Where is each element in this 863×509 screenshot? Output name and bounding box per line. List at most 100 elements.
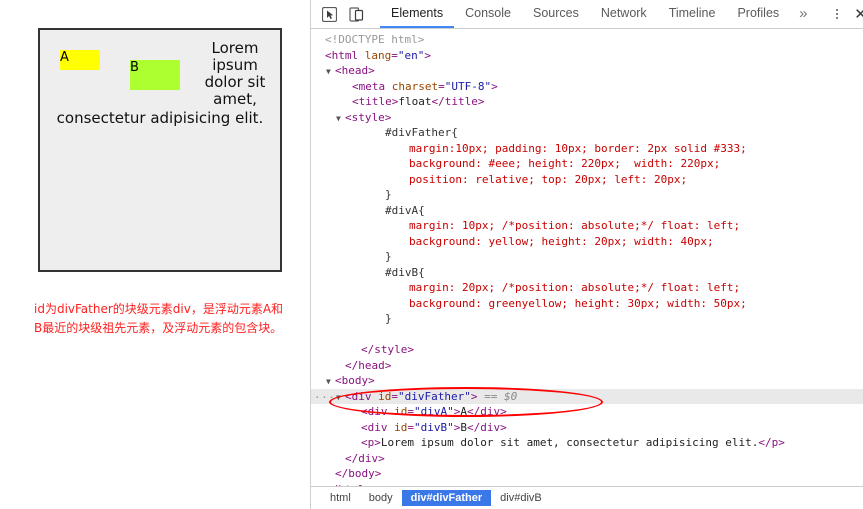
css-father-decl-1: margin:10px; padding: 10px; border: 2px … — [409, 141, 747, 155]
css-rule-a-1: margin: 10px; /*position: absolute;*/ fl… — [311, 218, 863, 234]
annotation-note: id为divFather的块级元素div，是浮动元素A和 B最近的块级祖先元素，… — [34, 300, 286, 338]
html-space — [358, 49, 365, 62]
inspect-cursor-icon[interactable] — [319, 4, 339, 24]
device-toolbar-icon[interactable] — [346, 4, 366, 24]
dom-tree-view[interactable]: <!DOCTYPE html> <html lang="en"> ▼ <head>… — [311, 29, 863, 486]
meta-close-bracket: > — [491, 79, 498, 93]
css-b-decl-1: margin: 20px; /*position: absolute;*/ fl… — [409, 281, 741, 294]
diva-close-tag: </div> — [467, 405, 507, 418]
divb-open-bracket: < — [361, 420, 368, 434]
css-rule-father-1: margin:10px; padding: 10px; border: 2px … — [311, 141, 863, 157]
tab-console[interactable]: Console — [454, 0, 522, 28]
tab-profiles[interactable]: Profiles — [726, 0, 790, 28]
dom-node-head-close[interactable]: </head> — [311, 358, 863, 374]
annotation-line-2: B最近的块级祖先元素，及浮动元素的包含块。 — [34, 321, 283, 335]
divfather-console-ref: == $0 — [477, 389, 518, 403]
dom-node-divfather-close[interactable]: </div> — [311, 451, 863, 467]
divfather-eq: = — [391, 389, 398, 403]
title-text: float — [398, 95, 432, 108]
tab-elements[interactable]: Elements — [380, 0, 455, 28]
divfather-id-attr-value: "divFather" — [398, 389, 471, 403]
twisty-divfather-icon[interactable]: ▼ — [336, 390, 341, 406]
css-rule-father-2: background: #eee; height: 220px; width: … — [311, 156, 863, 172]
tab-sources[interactable]: Sources — [522, 0, 590, 28]
body-close-tag: </body> — [335, 467, 382, 480]
dom-node-body-close[interactable]: </body> — [311, 466, 863, 482]
twisty-body-icon[interactable]: ▼ — [326, 374, 331, 390]
divb-close-tag: </div> — [467, 420, 507, 434]
style-open-tag: <style> — [345, 110, 392, 124]
breadcrumb-item-body[interactable]: body — [360, 490, 402, 506]
diva-id-attr-name: id — [394, 405, 408, 418]
close-icon[interactable]: ✕ — [850, 3, 863, 25]
divb-tag-name: div — [367, 420, 388, 434]
divfather-tag-name: div — [351, 389, 372, 403]
title-open-tag: <title> — [352, 95, 399, 108]
divb-id-attr-name: id — [394, 420, 408, 434]
css-selector-b-text: #divB{ — [385, 265, 425, 279]
dom-node-html-open[interactable]: <html lang="en"> — [311, 48, 863, 64]
breadcrumb-item-html[interactable]: html — [321, 490, 360, 506]
html-close-tag: </html> — [325, 483, 371, 487]
meta-open-bracket: < — [352, 79, 359, 93]
diva-eq: = — [407, 405, 414, 418]
css-father-decl-3: position: relative; top: 20px; left: 20p… — [409, 172, 688, 186]
css-selector-diva: #divA{ — [311, 203, 863, 219]
meta-charset-attr-name: charset — [391, 79, 439, 93]
meta-charset-value: "UTF-8" — [444, 79, 492, 93]
divb-eq: = — [407, 420, 414, 434]
dom-node-diva[interactable]: <div id="divA">A</div> — [311, 404, 863, 420]
html-open-bracket: < — [325, 48, 332, 62]
dom-node-head-open[interactable]: ▼ <head> — [311, 63, 863, 79]
dom-node-html-close[interactable]: </html> — [311, 482, 863, 487]
body-open-tag: <body> — [335, 374, 375, 387]
devtools-tabs: Elements Console Sources Network Timelin… — [380, 0, 817, 28]
dom-node-meta[interactable]: <meta charset="UTF-8"> — [311, 79, 863, 95]
css-rule-father-3: position: relative; top: 20px; left: 20p… — [311, 172, 863, 188]
twisty-head-icon[interactable]: ▼ — [326, 64, 331, 80]
breadcrumb-item-divfather[interactable]: div#divFather — [401, 490, 492, 506]
css-rule-b-2: background: greenyellow; height: 30px; w… — [311, 296, 863, 312]
divfather-close-tag: </div> — [345, 451, 385, 465]
twisty-style-icon[interactable]: ▼ — [336, 111, 341, 127]
more-tabs-chevron-icon[interactable]: » — [790, 0, 816, 28]
dom-node-divfather-selected[interactable]: ··· ▼ <div id="divFather"> == $0 — [311, 388, 863, 406]
html-lang-attr-value: "en" — [397, 48, 425, 62]
css-brace-close-1: } — [311, 187, 863, 203]
devtools-toolbar: Elements Console Sources Network Timelin… — [311, 0, 863, 29]
dom-node-divb[interactable]: <div id="divB">B</div> — [311, 420, 863, 436]
css-selector-divb: #divB{ — [311, 265, 863, 281]
p-close-tag: </p> — [758, 436, 785, 449]
div-father-box: A B Lorem ipsum dolor sit amet, consecte… — [38, 28, 282, 272]
diva-open-bracket: < — [361, 405, 368, 418]
dom-node-doctype[interactable]: <!DOCTYPE html> — [311, 32, 863, 48]
tab-network[interactable]: Network — [590, 0, 658, 28]
html-tag-name: html — [331, 48, 359, 62]
p-text-content: Lorem ipsum dolor sit amet, consectetur … — [380, 436, 759, 449]
dom-node-paragraph[interactable]: <p>Lorem ipsum dolor sit amet, consectet… — [311, 435, 863, 451]
annotation-line-1: id为divFather的块级元素div，是浮动元素A和 — [34, 302, 284, 316]
tab-timeline[interactable]: Timeline — [658, 0, 727, 28]
css-b-decl-2: background: greenyellow; height: 30px; w… — [409, 296, 747, 310]
diva-tag-name: div — [367, 405, 388, 418]
divfather-open-bracket: < — [345, 389, 352, 403]
doctype-text: <!DOCTYPE html> — [325, 33, 425, 46]
dom-node-title[interactable]: <title>float</title> — [311, 94, 863, 110]
div-b-float-box: B — [130, 60, 180, 90]
more-vertical-icon[interactable] — [827, 3, 847, 25]
meta-tag-name: meta — [358, 79, 386, 93]
dom-node-body-open[interactable]: ▼ <body> — [311, 373, 863, 389]
div-a-float-box: A — [60, 50, 100, 70]
dom-node-style-open[interactable]: ▼ <style> — [311, 110, 863, 126]
node-ellipsis-badge[interactable]: ··· — [314, 390, 335, 406]
dom-node-style-close[interactable]: </style> — [311, 342, 863, 358]
css-a-decl-1: margin: 10px; /*position: absolute;*/ fl… — [409, 219, 741, 232]
css-brace-close-3: } — [311, 311, 863, 327]
breadcrumb: html body div#divFather div#divB — [311, 486, 863, 509]
css-selector-father-text: #divFather{ — [385, 126, 458, 139]
breadcrumb-item-divb[interactable]: div#divB — [491, 490, 551, 506]
diva-text-content: A — [460, 405, 467, 418]
css-selector-divfather: #divFather{ — [311, 125, 863, 141]
style-close-tag: </style> — [361, 343, 414, 356]
css-father-decl-2: background: #eee; height: 220px; width: … — [409, 157, 721, 170]
